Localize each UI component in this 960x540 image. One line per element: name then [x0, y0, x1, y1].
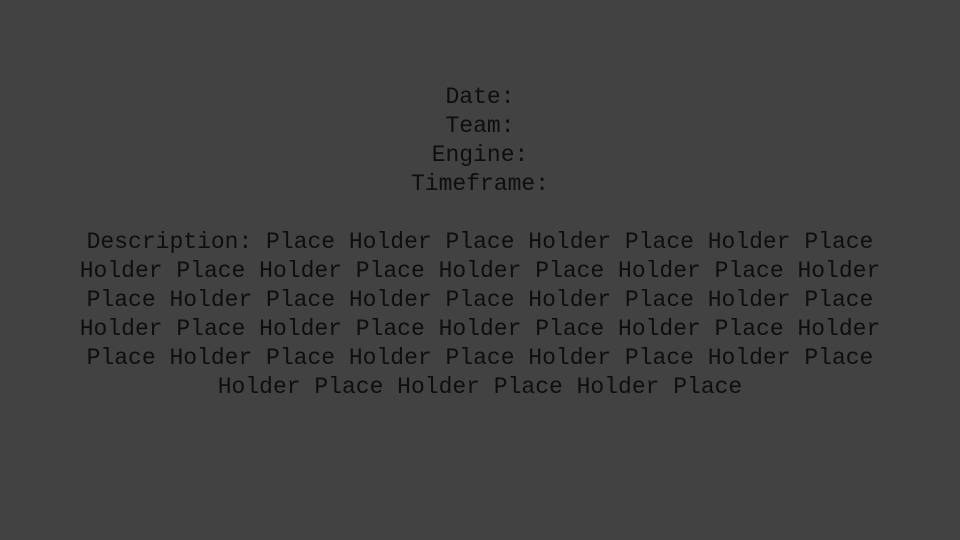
timeframe-label: Timeframe: [410, 171, 550, 197]
description-line: Place Holder Place Holder Place Holder P… [86, 345, 874, 371]
description-line: Holder Place Holder Place Holder Place H… [79, 316, 881, 342]
team-label: Team: [445, 113, 515, 139]
date-label: Date: [445, 84, 515, 110]
info-fields: Date: Team: Engine: Timeframe: [0, 83, 960, 199]
slide: Date: Team: Engine: Timeframe: Descripti… [0, 0, 960, 540]
description-line: Description: Place Holder Place Holder P… [86, 229, 874, 255]
description-text: Description: Place Holder Place Holder P… [60, 228, 900, 402]
description-line: Holder Place Holder Place Holder Place [217, 374, 743, 400]
description-line: Place Holder Place Holder Place Holder P… [86, 287, 874, 313]
description-line: Holder Place Holder Place Holder Place H… [79, 258, 881, 284]
engine-label: Engine: [431, 142, 529, 168]
